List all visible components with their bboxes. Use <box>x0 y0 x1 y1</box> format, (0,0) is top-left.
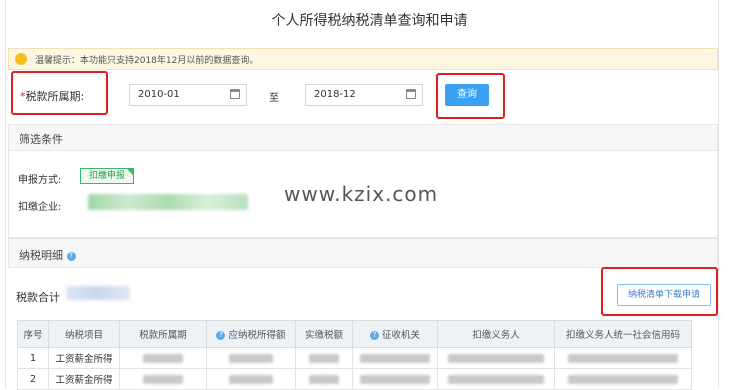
details-title-wrap: 纳税明细 ? <box>19 247 76 263</box>
row-period-redacted <box>119 347 207 369</box>
details-title: 纳税明细 <box>19 249 63 262</box>
row-income-redacted <box>206 347 296 369</box>
report-method-tag[interactable]: 扣缴申报 <box>80 168 134 184</box>
row-tax-redacted <box>295 368 353 390</box>
download-request-button[interactable]: 纳税清单下载申请 <box>617 284 711 306</box>
withholder-label: 扣缴企业: <box>18 202 62 213</box>
col-credit-code: 扣缴义务人统一社会信用码 <box>554 320 692 348</box>
start-date-value: 2010-01 <box>138 89 180 100</box>
row-income-redacted <box>206 368 296 390</box>
filter-title: 筛选条件 <box>19 133 63 146</box>
col-period: 税款所属期 <box>119 320 207 348</box>
row-withholder-redacted <box>437 368 555 390</box>
calendar-icon[interactable] <box>230 89 240 99</box>
details-section-header: 纳税明细 ? <box>8 238 718 268</box>
help-icon[interactable]: ? <box>216 331 226 340</box>
row-item: 工资薪金所得 <box>48 368 120 390</box>
notice-text: 温馨提示：本功能只支持2018年12月以前的数据查询。 <box>35 56 259 66</box>
row-period-redacted <box>119 368 207 390</box>
query-button[interactable]: 查询 <box>445 84 489 106</box>
row-tax-redacted <box>295 347 353 369</box>
total-label: 税款合计 <box>16 291 60 304</box>
row-code-redacted <box>554 347 692 369</box>
col-index: 序号 <box>17 320 49 348</box>
row-item: 工资薪金所得 <box>48 347 120 369</box>
col-authority-label: 征收机关 <box>382 330 421 341</box>
row-index: 2 <box>17 368 49 390</box>
withholder-value-redacted <box>88 194 248 210</box>
start-date-input[interactable]: 2010-01 <box>129 84 247 106</box>
help-icon[interactable]: ? <box>369 331 379 340</box>
end-date-input[interactable]: 2018-12 <box>305 84 423 106</box>
col-taxable-income-label: 应纳税所得额 <box>228 330 286 341</box>
notice-banner: 温馨提示：本功能只支持2018年12月以前的数据查询。 <box>8 48 718 70</box>
period-label-text: 税款所属期: <box>25 90 85 103</box>
row-authority-redacted <box>352 368 438 390</box>
table-row: 1 工资薪金所得 <box>17 347 692 369</box>
help-icon[interactable]: ? <box>66 251 76 261</box>
row-code-redacted <box>554 368 692 390</box>
to-label: 至 <box>269 93 279 104</box>
col-tax-paid: 实缴税额 <box>295 320 353 348</box>
row-authority-redacted <box>352 347 438 369</box>
report-method-label: 申报方式: <box>18 175 62 186</box>
watermark: www.kzix.com <box>284 182 439 206</box>
page-title: 个人所得税纳税清单查询和申请 <box>271 13 468 29</box>
row-index: 1 <box>17 347 49 369</box>
end-date-value: 2018-12 <box>314 89 356 100</box>
tax-detail-table: 序号 纳税项目 税款所属期 ? 应纳税所得额 实缴税额 ? 征收机关 扣缴义务人… <box>17 320 692 390</box>
col-withholder: 扣缴义务人 <box>437 320 555 348</box>
info-warning-icon <box>15 53 27 65</box>
col-item: 纳税项目 <box>48 320 120 348</box>
total-value-redacted <box>66 286 130 300</box>
row-withholder-redacted <box>437 347 555 369</box>
period-label: *税款所属期: <box>20 88 84 104</box>
table-row: 2 工资薪金所得 <box>17 368 692 390</box>
col-taxable-income: ? 应纳税所得额 <box>206 320 296 348</box>
calendar-icon[interactable] <box>406 89 416 99</box>
filter-section-header: 筛选条件 <box>8 124 718 152</box>
col-authority: ? 征收机关 <box>352 320 438 348</box>
